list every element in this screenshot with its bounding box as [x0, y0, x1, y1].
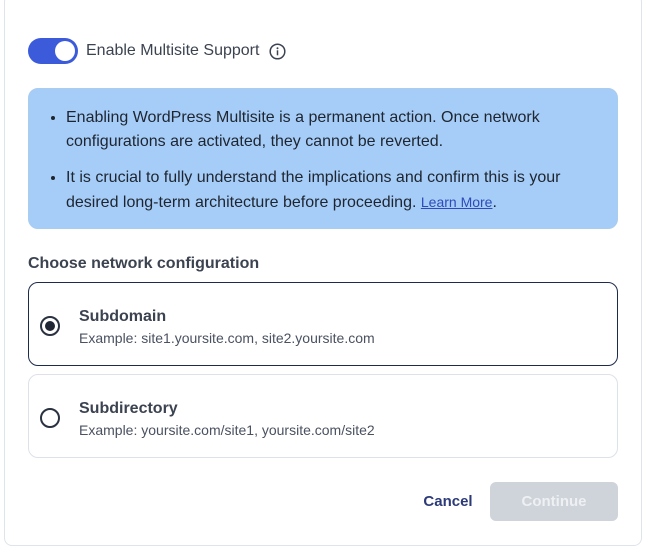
multisite-toggle-row: Enable Multisite Support [28, 38, 286, 64]
toggle-knob [55, 41, 75, 61]
subdomain-title: Subdomain [79, 308, 167, 325]
option-subdirectory[interactable]: Subdirectory Example: yoursite.com/site1… [28, 374, 618, 458]
subdirectory-example: Example: yoursite.com/site1, yoursite.co… [79, 422, 375, 438]
radio-selected-dot [45, 321, 55, 331]
subdirectory-title: Subdirectory [79, 400, 178, 417]
multisite-toggle[interactable] [28, 38, 78, 64]
subdomain-example: Example: site1.yoursite.com, site2.yours… [79, 330, 375, 346]
notice-item-permanent: Enabling WordPress Multisite is a perman… [66, 106, 597, 154]
multisite-warning-notice: Enabling WordPress Multisite is a perman… [28, 88, 618, 229]
subdomain-radio[interactable] [40, 316, 60, 336]
info-circle-icon[interactable] [269, 42, 286, 60]
notice-period: . [492, 194, 497, 211]
learn-more-link[interactable]: Learn More [421, 194, 493, 210]
continue-button[interactable]: Continue [490, 482, 618, 521]
option-subdomain[interactable]: Subdomain Example: site1.yoursite.com, s… [28, 282, 618, 366]
multisite-toggle-label: Enable Multisite Support [86, 42, 260, 59]
multisite-settings-panel [4, 0, 642, 546]
notice-item-implications: It is crucial to fully understand the im… [66, 166, 597, 215]
cancel-button[interactable]: Cancel [410, 482, 486, 521]
notice-item-text: Enabling WordPress Multisite is a perman… [66, 109, 540, 150]
network-config-title: Choose network configuration [28, 255, 260, 272]
subdirectory-radio[interactable] [40, 408, 60, 428]
